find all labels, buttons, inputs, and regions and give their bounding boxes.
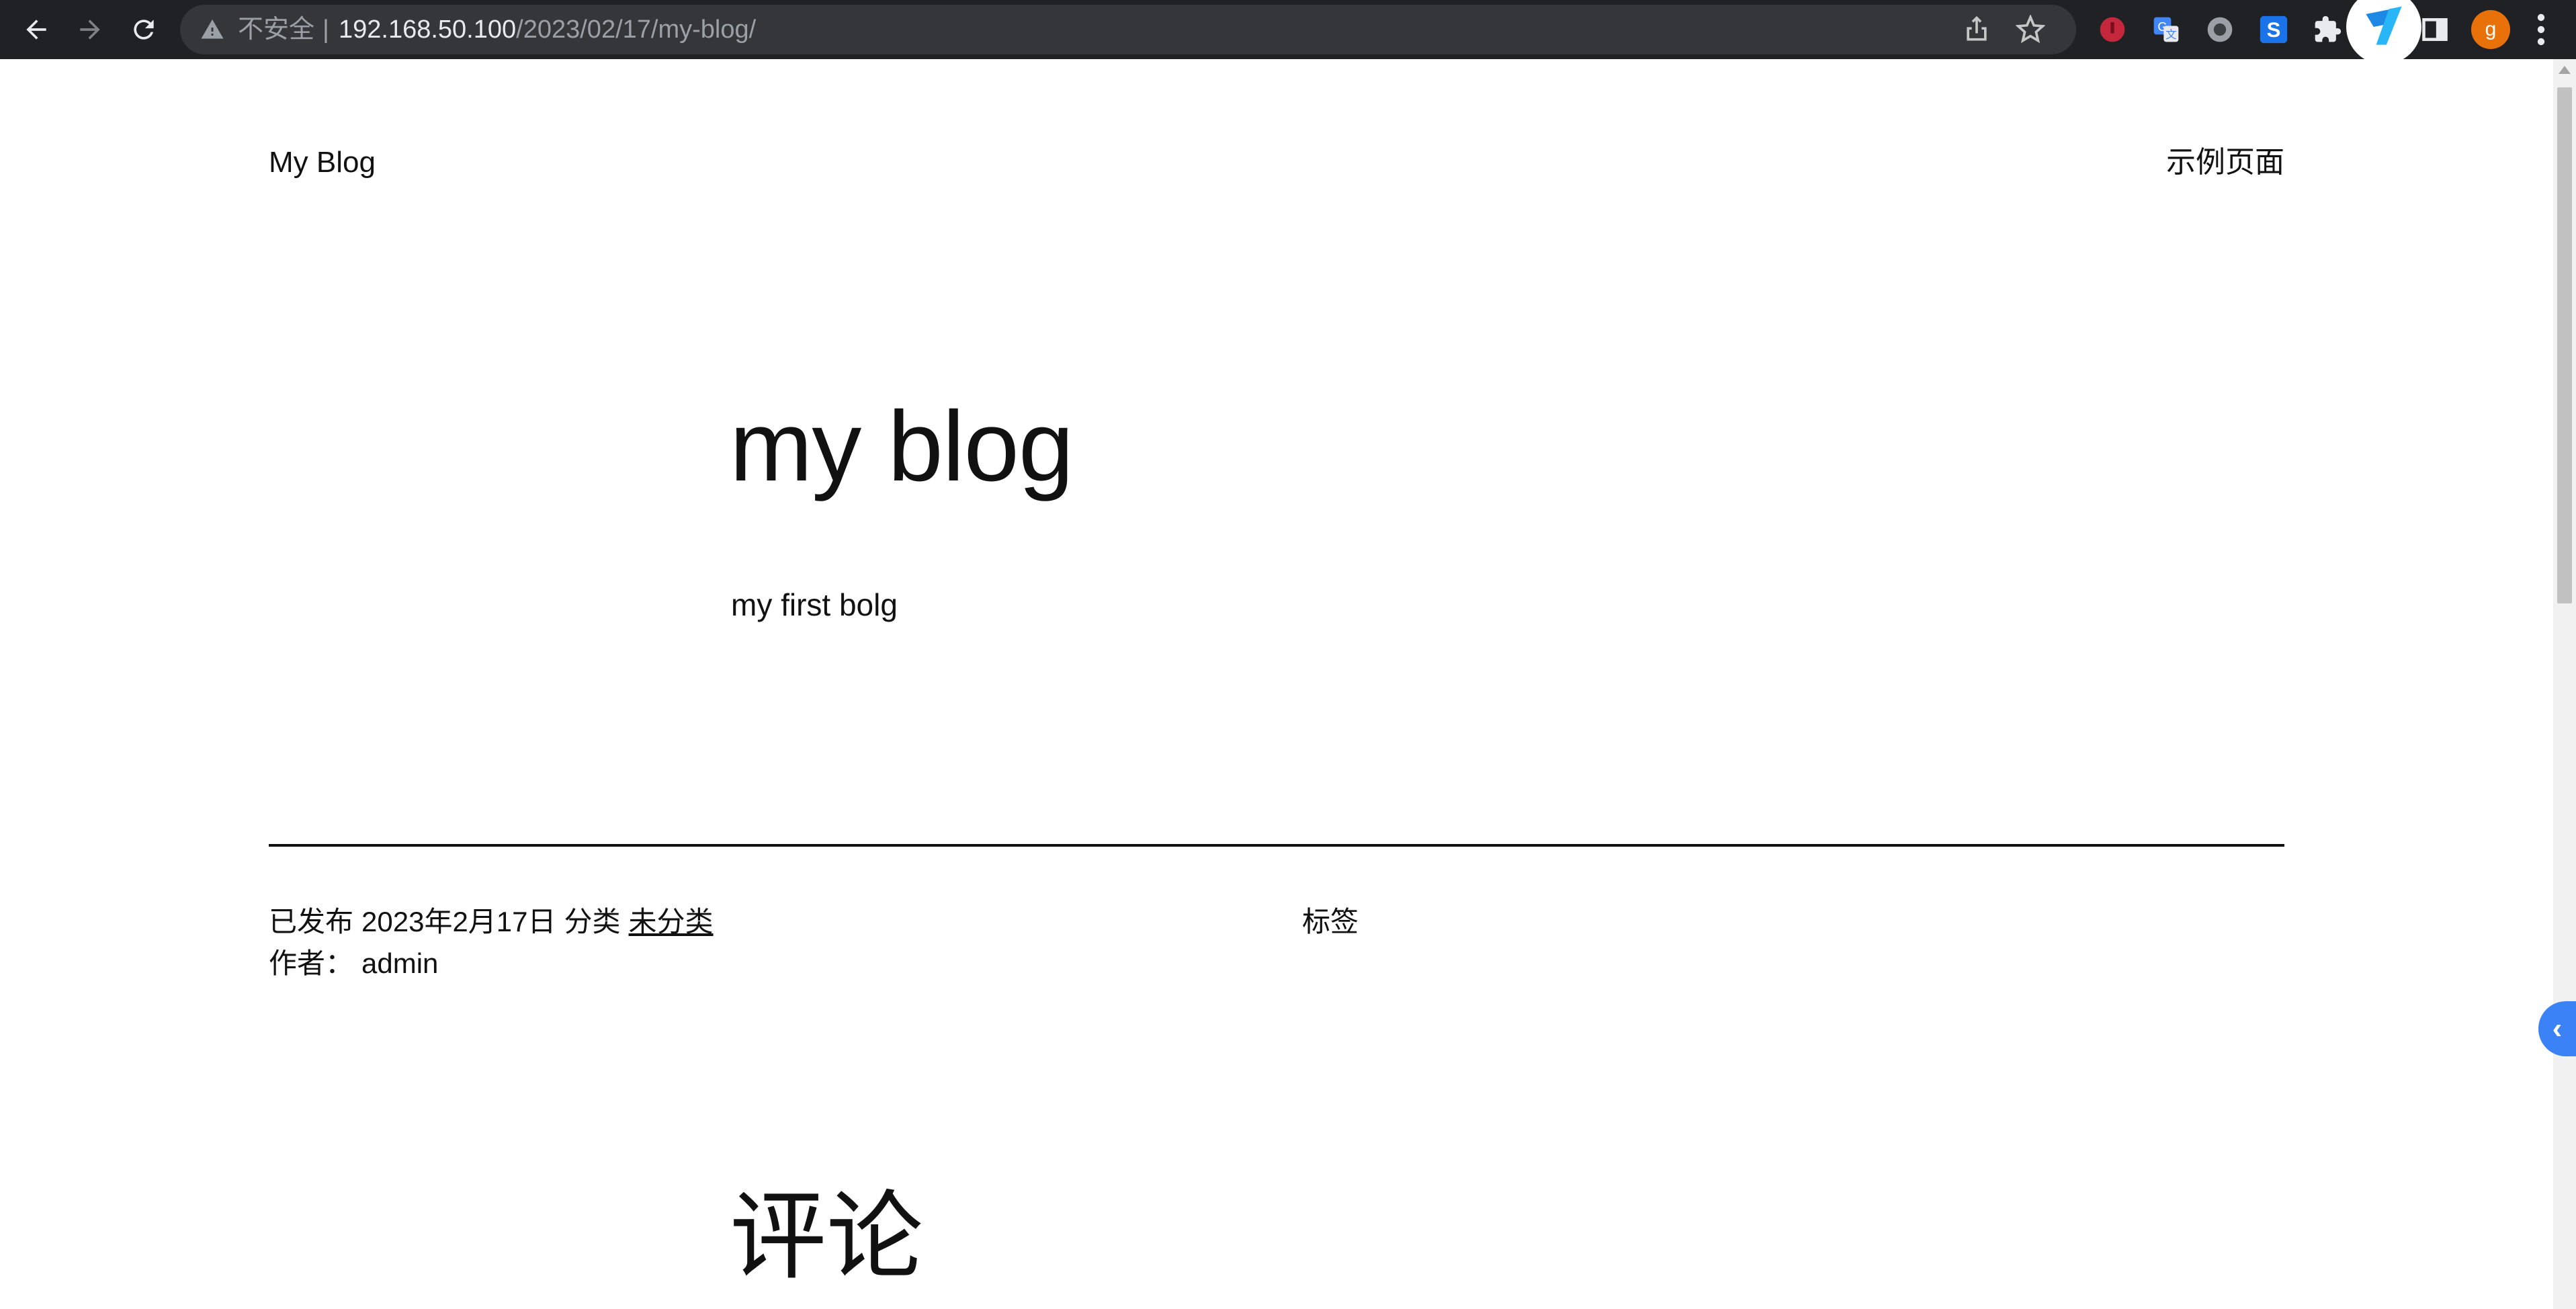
svg-text:文: 文 xyxy=(2165,28,2177,41)
back-button[interactable] xyxy=(15,8,58,51)
published-label: 已发布 xyxy=(269,906,354,937)
extensions-menu-button[interactable] xyxy=(2310,12,2345,47)
arrow-left-icon xyxy=(26,19,46,40)
circle-record-icon xyxy=(2207,17,2233,42)
share-icon[interactable] xyxy=(1962,15,1991,44)
not-secure-label[interactable]: 不安全 xyxy=(238,15,314,44)
more-vert-icon[interactable] xyxy=(2528,11,2554,48)
comments-heading: 评论 xyxy=(730,1183,924,1291)
url-host: 192.168.50.100 xyxy=(339,15,517,44)
extension-adblock[interactable] xyxy=(2095,12,2130,47)
post-title: my blog xyxy=(730,391,1074,502)
extension-s[interactable]: S xyxy=(2256,12,2291,47)
extension-circle[interactable] xyxy=(2202,12,2237,47)
translate-icon: G文 xyxy=(2153,17,2179,42)
url-text[interactable]: 192.168.50.100/2023/02/17/my-blog/ xyxy=(339,15,756,44)
profile-avatar[interactable]: g xyxy=(2471,10,2510,49)
post-author-line: 作者： admin xyxy=(269,946,446,981)
address-bar[interactable]: 不安全 | 192.168.50.100/2023/02/17/my-blog/ xyxy=(180,5,2076,54)
post-meta: 已发布 2023年2月17日 分类 未分类 xyxy=(269,904,714,939)
stop-icon xyxy=(2100,17,2125,42)
category-link[interactable]: 未分类 xyxy=(629,906,714,937)
warning-icon xyxy=(201,19,224,39)
content-divider xyxy=(269,844,2284,847)
extension-pinned[interactable] xyxy=(2346,0,2421,65)
scroll-up-arrow-icon[interactable] xyxy=(2559,66,2571,74)
author-label: 作者： xyxy=(269,947,354,979)
extension-translate[interactable]: G文 xyxy=(2149,12,2184,47)
chevron-left-icon: ‹ xyxy=(2552,1012,2563,1045)
category-label: 分类 xyxy=(564,906,621,937)
s-logo-icon: S xyxy=(2260,15,2288,44)
reload-button[interactable] xyxy=(122,8,165,51)
post-date: 2023年2月17日 xyxy=(361,906,556,937)
forward-button[interactable] xyxy=(69,8,112,51)
browser-toolbar: 不安全 | 192.168.50.100/2023/02/17/my-blog/… xyxy=(0,0,2576,65)
blue-logo-icon xyxy=(2366,6,2402,45)
puzzle-icon xyxy=(2315,15,2342,42)
svg-text:S: S xyxy=(2267,18,2281,42)
nav-link-sample-page[interactable]: 示例页面 xyxy=(2166,145,2284,180)
url-separator: | xyxy=(323,15,329,44)
post-body: my first bolg xyxy=(731,587,898,622)
arrow-right-icon xyxy=(80,19,100,40)
author-name: admin xyxy=(361,947,439,979)
floating-side-tab[interactable]: ‹ xyxy=(2538,1001,2576,1056)
page-scrollbar[interactable] xyxy=(2553,59,2576,1309)
bookmark-star-icon[interactable] xyxy=(2016,15,2045,44)
reload-icon xyxy=(134,19,154,40)
side-panel-icon xyxy=(2422,18,2448,41)
scroll-thumb[interactable] xyxy=(2557,87,2572,603)
tags-label: 标签 xyxy=(1302,906,1359,937)
site-title-link[interactable]: My Blog xyxy=(269,145,376,180)
url-path: /2023/02/17/my-blog/ xyxy=(516,15,757,44)
side-panel-button[interactable] xyxy=(2417,12,2452,47)
